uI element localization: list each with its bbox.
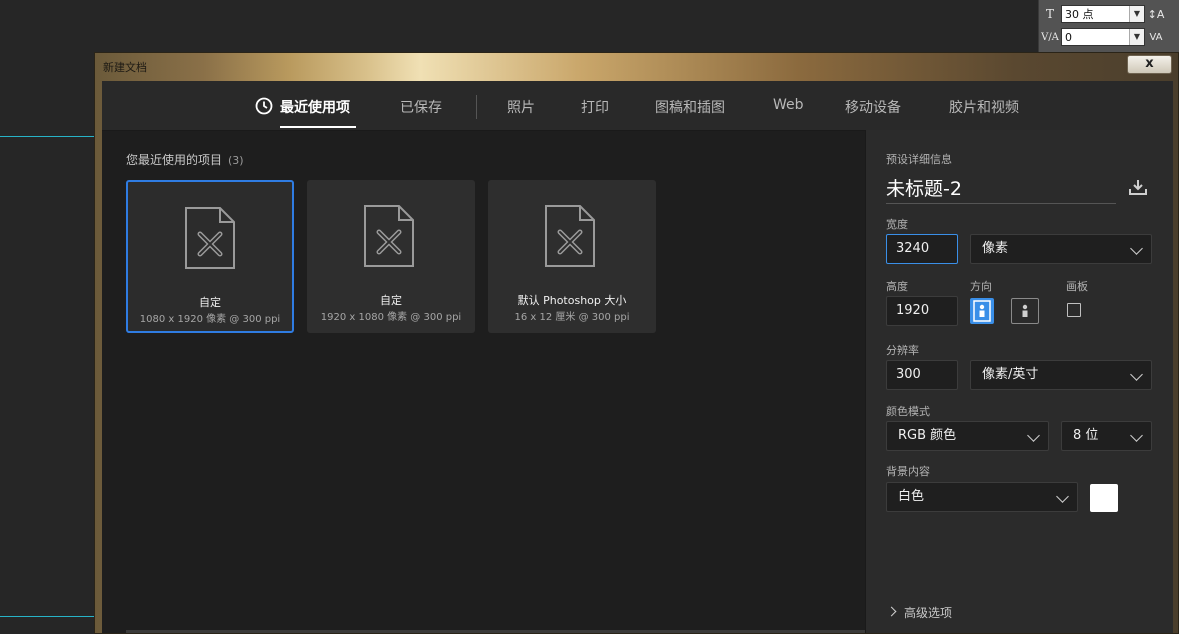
width-label: 宽度 — [886, 218, 908, 231]
tab-saved[interactable]: 已保存 — [400, 97, 442, 117]
preset-details-heading: 预设详细信息 — [886, 153, 952, 166]
guide-line-top — [0, 136, 94, 137]
clock-icon — [255, 97, 273, 115]
guide-line-bottom — [0, 616, 94, 617]
resolution-label: 分辨率 — [886, 344, 919, 357]
landscape-orientation-button[interactable] — [1011, 298, 1039, 324]
artboard-label: 画板 — [1066, 280, 1088, 293]
orientation-label: 方向 — [970, 280, 992, 293]
category-tabbar: 最近使用项 已保存 照片 打印 图稿和插图 Web 移动设备 胶片和视频 — [102, 81, 1173, 131]
preset-dimensions: 1080 x 1920 像素 @ 300 ppi — [139, 314, 281, 325]
chevron-down-icon — [1130, 429, 1143, 442]
preset-name: 自定 — [380, 294, 402, 307]
tab-web[interactable]: Web — [773, 97, 804, 113]
font-size-field[interactable]: 30 点 ▼ — [1061, 5, 1145, 23]
width-unit-value: 像素 — [982, 241, 1009, 256]
color-mode-select[interactable]: RGB 颜色 — [886, 421, 1049, 451]
advanced-options-toggle[interactable]: 高级选项 — [886, 604, 953, 621]
tab-art-illustration[interactable]: 图稿和插图 — [655, 97, 725, 117]
recent-preset-card[interactable]: 默认 Photoshop 大小 16 x 12 厘米 @ 300 ppi — [488, 180, 656, 333]
resolution-unit-value: 像素/英寸 — [982, 367, 1039, 382]
chevron-down-icon — [1027, 429, 1040, 442]
tab-print[interactable]: 打印 — [581, 97, 609, 117]
chevron-down-icon — [1130, 242, 1143, 255]
recent-heading: 您最近使用的项目 (3) — [126, 151, 244, 168]
height-input[interactable]: 1920 — [886, 296, 958, 326]
color-mode-label: 颜色模式 — [886, 405, 930, 418]
dialog-close-button[interactable]: x — [1127, 55, 1172, 74]
save-preset-icon[interactable] — [1128, 178, 1148, 196]
document-icon — [364, 205, 414, 267]
recent-preset-card[interactable]: 自定 1920 x 1080 像素 @ 300 ppi — [307, 180, 475, 333]
document-icon — [185, 207, 235, 269]
document-name-input[interactable]: 未标题-2 — [886, 174, 1116, 204]
height-label: 高度 — [886, 280, 908, 293]
tracking-dropdown-icon[interactable]: ▼ — [1129, 29, 1144, 45]
chevron-down-icon — [1130, 368, 1143, 381]
resolution-unit-select[interactable]: 像素/英寸 — [970, 360, 1152, 390]
recent-heading-label: 您最近使用的项目 — [126, 153, 223, 167]
background-value: 白色 — [898, 489, 925, 504]
preset-dimensions: 1920 x 1080 像素 @ 300 ppi — [320, 312, 462, 323]
font-size-value: 30 点 — [1065, 8, 1094, 21]
resolution-input[interactable]: 300 — [886, 360, 958, 390]
preset-details-panel: 预设详细信息 未标题-2 宽度 3240 像素 高度 1920 方向 画板 分辨… — [865, 130, 1173, 633]
portrait-icon — [973, 300, 991, 322]
bit-depth-value: 8 位 — [1073, 428, 1099, 443]
tab-recent[interactable]: 最近使用项 — [280, 97, 350, 117]
tab-divider — [476, 95, 477, 119]
portrait-orientation-button[interactable] — [970, 298, 994, 324]
advanced-options-label: 高级选项 — [904, 606, 953, 620]
width-input[interactable]: 3240 — [886, 234, 958, 264]
kerning-icon: V/A — [1041, 31, 1059, 43]
tracking-icon: VA — [1149, 31, 1163, 43]
tab-photo[interactable]: 照片 — [507, 97, 535, 117]
dialog-content: 最近使用项 已保存 照片 打印 图稿和插图 Web 移动设备 胶片和视频 您最近… — [102, 81, 1173, 633]
bit-depth-select[interactable]: 8 位 — [1061, 421, 1152, 451]
font-size-dropdown-icon[interactable]: ▼ — [1129, 6, 1144, 22]
tracking-value: 0 — [1065, 31, 1072, 44]
new-document-dialog: 新建文档 x 最近使用项 已保存 照片 打印 图稿和插图 Web 移动设备 胶片… — [94, 52, 1179, 634]
background-color-swatch[interactable] — [1090, 484, 1118, 512]
background-select[interactable]: 白色 — [886, 482, 1078, 512]
background-label: 背景内容 — [886, 465, 930, 478]
dialog-title: 新建文档 — [103, 61, 147, 74]
preset-name: 默认 Photoshop 大小 — [517, 294, 627, 307]
active-tab-indicator — [280, 126, 356, 128]
font-size-icon: T — [1045, 7, 1054, 21]
tracking-field[interactable]: 0 ▼ — [1061, 28, 1145, 46]
preset-dimensions: 16 x 12 厘米 @ 300 ppi — [514, 312, 630, 323]
landscape-icon — [1022, 304, 1028, 317]
width-unit-select[interactable]: 像素 — [970, 234, 1152, 264]
character-options-bar: T 30 点 ▼ ↕A V/A 0 ▼ VA — [1038, 0, 1179, 52]
leading-icon: ↕A — [1147, 7, 1165, 21]
tab-film-video[interactable]: 胶片和视频 — [949, 97, 1019, 117]
chevron-down-icon — [1056, 490, 1069, 503]
artboard-checkbox[interactable] — [1067, 303, 1081, 317]
tab-mobile[interactable]: 移动设备 — [845, 97, 901, 117]
color-mode-value: RGB 颜色 — [898, 428, 957, 443]
preset-name: 自定 — [199, 296, 221, 309]
document-icon — [545, 205, 595, 267]
horizontal-scrollbar[interactable] — [126, 630, 903, 633]
recent-preset-card[interactable]: 自定 1080 x 1920 像素 @ 300 ppi — [126, 180, 294, 333]
recent-count: (3) — [228, 154, 244, 167]
chevron-right-icon — [886, 606, 897, 617]
